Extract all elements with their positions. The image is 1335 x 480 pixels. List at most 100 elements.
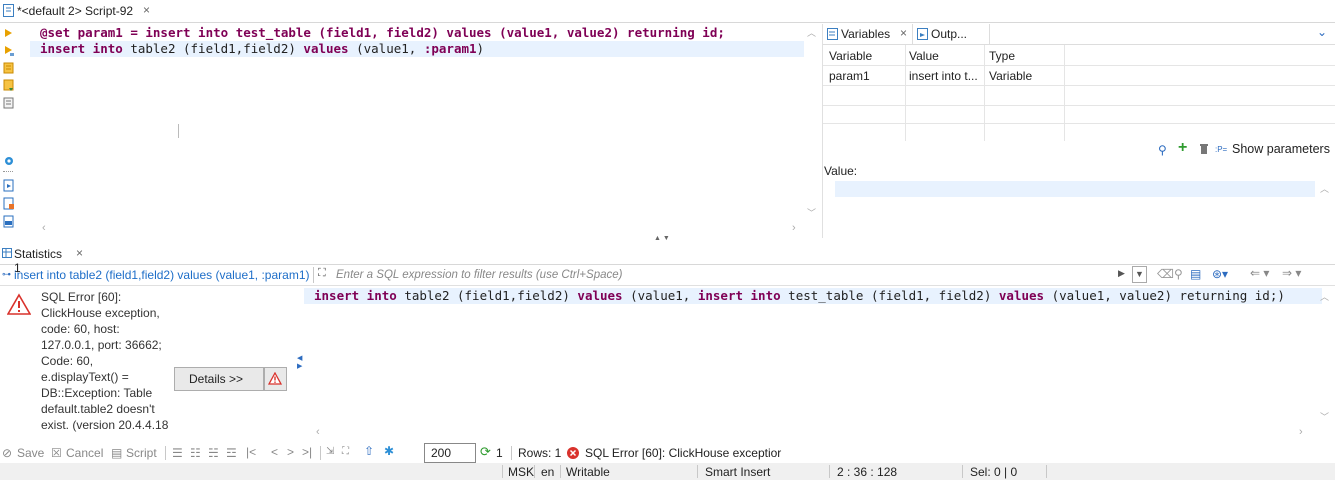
panels-icon[interactable]: ⊛▾	[1212, 267, 1228, 281]
tab-statistics[interactable]: Statistics 1 ×	[0, 244, 83, 275]
run-script-icon[interactable]	[3, 45, 15, 57]
history-icon[interactable]	[3, 97, 15, 109]
cell-variable: param1	[829, 69, 870, 83]
timezone-indicator: MSK	[508, 465, 535, 479]
filter-expand-icon[interactable]: ⛶	[318, 267, 326, 280]
edit-row-icon[interactable]: ☰	[172, 446, 183, 460]
refresh-icon[interactable]: ⟳	[480, 444, 491, 460]
code-text: (value1,	[348, 41, 424, 56]
close-icon[interactable]: ×	[143, 3, 150, 17]
editor-tab-title: *<default 2> Script-92	[17, 4, 134, 18]
variable-name: param1	[77, 25, 123, 40]
result-scroll-left-icon[interactable]: ‹	[316, 426, 320, 438]
delete-icon[interactable]	[1200, 144, 1208, 155]
script-icon[interactable]: ▤	[111, 446, 122, 460]
filter-history-dropdown[interactable]: ▼	[1132, 266, 1147, 283]
ruler-divider	[3, 171, 13, 172]
collapse-panel-arrows-icon[interactable]: ◀ ▶	[297, 355, 302, 371]
forward-arrow-icon[interactable]: ⇒ ▾	[1282, 266, 1301, 280]
code-text: test_table (field1, field2)	[780, 288, 999, 303]
record-mode-icon[interactable]: ⇲	[326, 446, 334, 457]
cancel-button[interactable]: Cancel	[66, 446, 103, 460]
error-log-button[interactable]	[264, 367, 287, 391]
eraser-icon[interactable]: ⌫	[1157, 267, 1174, 281]
delete-row-icon[interactable]: ☲	[226, 446, 237, 460]
save-button[interactable]: Save	[17, 446, 44, 460]
script-button[interactable]: Script	[126, 446, 157, 460]
insert-mode-indicator: Smart Insert	[705, 465, 771, 479]
result-scroll-up-icon[interactable]: ︿	[1320, 290, 1329, 303]
scroll-down-arrow-icon[interactable]: ﹀	[807, 206, 816, 219]
explain-plan-icon[interactable]	[3, 62, 15, 74]
cell-value: insert into t...	[909, 69, 978, 83]
tab-output-label: Outp...	[931, 27, 968, 41]
export-results-icon[interactable]: ⇧	[364, 444, 374, 458]
export-icon[interactable]	[3, 179, 15, 192]
variables-tab-icon	[827, 28, 838, 40]
error-message: SQL Error [60]: ClickHouse exception, co…	[41, 289, 171, 433]
filter-icon[interactable]: ⚲	[1174, 267, 1183, 281]
keyword: values	[998, 288, 1045, 303]
text-cursor-ibeam	[178, 124, 179, 138]
add-icon[interactable]: +	[1178, 139, 1187, 157]
table-row[interactable]: param1 insert into t... Variable	[823, 66, 1335, 85]
error-line: e.displayText() =	[41, 370, 129, 384]
fetch-size-input[interactable]: 200	[424, 443, 476, 463]
next-page-icon[interactable]: >	[287, 445, 294, 459]
filter-apply-icon[interactable]: ▶	[1118, 268, 1125, 279]
copy-row-icon[interactable]: ☵	[208, 446, 219, 460]
error-line: exist. (version 20.4.4.18	[41, 418, 169, 432]
keyword: values	[303, 41, 349, 56]
add-row-icon[interactable]: ☷	[190, 446, 201, 460]
status-error-message[interactable]: SQL Error [60]: ClickHouse exceptior	[585, 446, 781, 460]
keyword: insert into	[697, 288, 781, 303]
previous-page-icon[interactable]: <	[271, 445, 278, 459]
result-text-area[interactable]: insert into table2 (field1,field2) value…	[304, 286, 1322, 426]
filter-settings-icon[interactable]: ▤	[1190, 267, 1201, 281]
scroll-up-arrow-icon[interactable]: ︿	[807, 26, 816, 39]
view-menu-chevron-icon[interactable]: ⌄	[1317, 25, 1327, 39]
save-icon[interactable]: ⊘	[2, 446, 12, 460]
tab-variables[interactable]: Variables ×	[823, 24, 913, 44]
parameters-icon: :P=	[1215, 145, 1228, 154]
settings-icon[interactable]	[3, 155, 15, 167]
sql-file-icon[interactable]	[3, 215, 15, 228]
editor-vertical-scrollbar[interactable]: ︿ ﹀	[806, 24, 818, 224]
code-text: table2 (field1,field2)	[122, 41, 304, 56]
import-icon[interactable]	[3, 197, 15, 210]
run-statement-icon[interactable]	[3, 28, 13, 38]
filter-input[interactable]: Enter a SQL expression to filter results…	[336, 269, 622, 281]
show-parameters-button[interactable]: Show parameters	[1232, 142, 1330, 156]
column-header-type[interactable]: Type	[989, 49, 1015, 63]
config-gear-icon[interactable]: ✱	[384, 444, 394, 458]
column-header-variable[interactable]: Variable	[829, 49, 872, 63]
column-header-value[interactable]: Value	[909, 49, 939, 63]
close-icon[interactable]: ×	[76, 246, 83, 260]
scroll-left-arrow-icon[interactable]: ‹	[42, 222, 46, 234]
load-plan-icon[interactable]	[3, 79, 15, 91]
cancel-icon[interactable]: ☒	[51, 446, 62, 460]
maximize-panel-arrows-icon[interactable]: ▲ ▼	[654, 235, 670, 242]
panels-toggle-icon[interactable]: ⛶	[342, 446, 349, 457]
details-button[interactable]: Details >>	[174, 367, 264, 391]
value-scroll-up-icon[interactable]: ︿	[1320, 182, 1329, 195]
result-scroll-down-icon[interactable]: ﹀	[1320, 410, 1329, 423]
query-text[interactable]: insert into table2 (field1,field2) value…	[14, 268, 310, 282]
first-page-icon[interactable]: |<	[246, 445, 256, 459]
last-page-icon[interactable]: >|	[302, 445, 312, 459]
result-scroll-right-icon[interactable]: ›	[1299, 426, 1303, 438]
value-text-area[interactable]	[835, 181, 1315, 197]
close-icon[interactable]: ×	[900, 26, 907, 40]
code-text: (value1, value2) returning id;)	[1044, 288, 1285, 303]
error-icon	[268, 372, 282, 385]
scroll-right-arrow-icon[interactable]: ›	[792, 222, 796, 234]
search-icon[interactable]: ⚲	[1158, 143, 1167, 157]
error-line: ClickHouse exception,	[41, 306, 160, 320]
write-mode-indicator: Writable	[566, 465, 610, 479]
tab-output[interactable]: Outp...	[913, 24, 990, 44]
editor-horizontal-scrollbar[interactable]: ‹ ›	[30, 222, 806, 236]
error-line: code: 60, host:	[41, 322, 120, 336]
sql-editor[interactable]: @set param1 = insert into test_table (fi…	[30, 24, 804, 224]
rows-count-label: Rows: 1	[518, 446, 562, 460]
back-arrow-icon[interactable]: ⇐ ▾	[1250, 266, 1269, 280]
